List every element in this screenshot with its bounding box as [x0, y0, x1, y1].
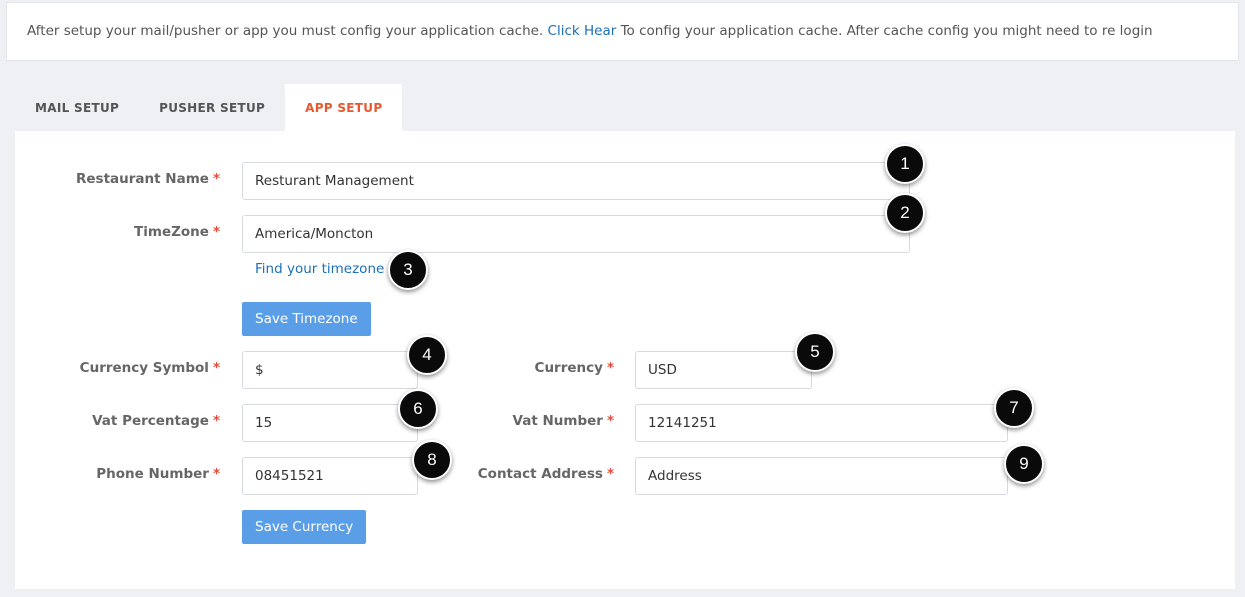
currency-symbol-input[interactable]: [242, 351, 418, 389]
tab-mail-setup[interactable]: MAIL SETUP: [15, 84, 139, 131]
tab-pusher-setup[interactable]: PUSHER SETUP: [139, 84, 285, 131]
required-mark: *: [212, 360, 220, 376]
restaurant-name-input[interactable]: [242, 162, 910, 200]
tab-app-setup[interactable]: APP SETUP: [285, 84, 403, 131]
callout-marker-5: 5: [795, 332, 835, 372]
notice-text-before: After setup your mail/pusher or app you …: [27, 23, 544, 39]
vat-percentage-label: Vat Percentage *: [92, 413, 220, 429]
app-setup-panel: Restaurant Name* TimeZone* Find your tim…: [15, 131, 1235, 589]
required-mark: *: [212, 466, 220, 482]
click-hear-link[interactable]: Click Hear: [548, 23, 617, 39]
callout-marker-7: 7: [994, 388, 1034, 428]
timezone-input[interactable]: [242, 215, 910, 253]
required-mark: *: [606, 360, 614, 376]
vat-percentage-input[interactable]: [242, 404, 418, 442]
cache-notice: After setup your mail/pusher or app you …: [6, 2, 1239, 61]
contact-address-input[interactable]: [635, 457, 1008, 495]
callout-marker-2: 2: [885, 193, 925, 233]
contact-address-label: Contact Address *: [477, 466, 614, 482]
save-currency-button[interactable]: Save Currency: [242, 510, 367, 544]
timezone-label: TimeZone *: [134, 224, 220, 240]
settings-tabs: MAIL SETUP PUSHER SETUP APP SETUP: [15, 84, 403, 131]
currency-label: Currency *: [534, 360, 614, 376]
callout-marker-4: 4: [407, 335, 447, 375]
required-mark: *: [606, 413, 614, 429]
required-mark: *: [212, 171, 220, 187]
callout-marker-3: 3: [388, 250, 428, 290]
find-timezone-link[interactable]: Find your timezone: [255, 261, 384, 277]
phone-number-label: Phone Number *: [96, 466, 220, 482]
restaurant-name-label: Restaurant Name *: [76, 171, 220, 187]
save-timezone-button[interactable]: Save Timezone: [242, 302, 371, 336]
currency-input[interactable]: [635, 351, 812, 389]
callout-marker-8: 8: [412, 440, 452, 480]
vat-number-label: Vat Number *: [512, 413, 615, 429]
notice-text-after: To config your application cache. After …: [620, 23, 1153, 39]
callout-marker-9: 9: [1004, 444, 1044, 484]
required-mark: *: [212, 413, 220, 429]
required-mark: *: [606, 466, 614, 482]
vat-number-input[interactable]: [635, 404, 1008, 442]
phone-number-input[interactable]: [242, 457, 418, 495]
required-mark: *: [212, 224, 220, 240]
callout-marker-1: 1: [885, 144, 925, 184]
callout-marker-6: 6: [398, 389, 438, 429]
currency-symbol-label: Currency Symbol *: [79, 360, 220, 376]
